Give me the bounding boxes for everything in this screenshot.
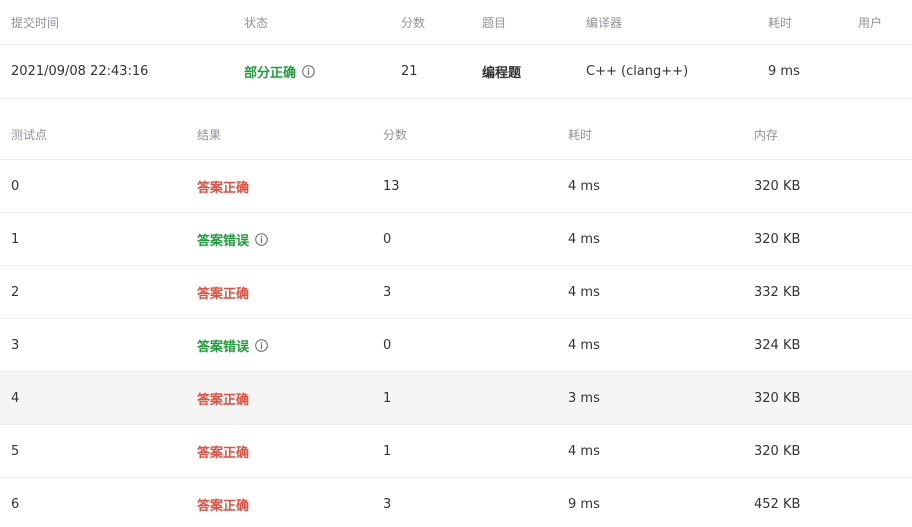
- tc-score: 0: [383, 337, 392, 353]
- tc-header-elapsed: 耗时: [568, 127, 593, 142]
- tc-result-label[interactable]: 答案错误: [197, 336, 249, 355]
- submission-compiler: C++ (clang++): [586, 64, 689, 79]
- header-elapsed: 耗时: [768, 15, 793, 30]
- tc-score: 3: [383, 284, 392, 300]
- tc-score: 1: [383, 443, 392, 459]
- testcase-table-body: 0 答案正确 13 4 ms 320 KB 1 答案错误 0 4 ms 320 …: [0, 160, 912, 527]
- submission-row: 2021/09/08 22:43:16 部分正确 21 编程题 C++ (cla…: [0, 45, 912, 99]
- header-user: 用户: [858, 15, 883, 30]
- tc-result[interactable]: 答案错误: [197, 319, 268, 371]
- submission-detail-page: 提交时间 状态 分数 题目 编译器 耗时 用户 2021/09/08 22:43…: [0, 0, 912, 527]
- testcase-table-header: 测试点 结果 分数 耗时 内存: [0, 109, 912, 160]
- tc-result-label: 答案正确: [197, 392, 250, 408]
- tc-header-memory: 内存: [754, 127, 779, 142]
- tc-memory: 320 KB: [754, 390, 801, 406]
- tc-header-id: 测试点: [11, 127, 48, 142]
- tc-elapsed: 4 ms: [568, 284, 600, 300]
- table-row: 4 答案正确 1 3 ms 320 KB: [0, 372, 912, 425]
- tc-id: 4: [11, 390, 20, 406]
- tc-memory: 320 KB: [754, 178, 801, 194]
- tc-memory: 332 KB: [754, 284, 801, 300]
- tc-memory: 320 KB: [754, 443, 801, 459]
- info-circle-icon[interactable]: [302, 65, 315, 78]
- header-score: 分数: [401, 15, 426, 30]
- tc-score: 3: [383, 496, 392, 512]
- table-row: 1 答案错误 0 4 ms 320 KB: [0, 213, 912, 266]
- tc-result[interactable]: 答案错误: [197, 213, 268, 265]
- tc-id: 6: [11, 496, 20, 512]
- submission-status-label[interactable]: 部分正确: [244, 62, 296, 81]
- tc-elapsed: 9 ms: [568, 496, 600, 512]
- table-row: 2 答案正确 3 4 ms 332 KB: [0, 266, 912, 319]
- tc-memory: 324 KB: [754, 337, 801, 353]
- tc-elapsed: 4 ms: [568, 231, 600, 247]
- tc-result: 答案正确: [197, 160, 249, 212]
- submission-problem[interactable]: 编程题: [482, 45, 521, 98]
- tc-elapsed: 4 ms: [568, 337, 600, 353]
- table-row: 3 答案错误 0 4 ms 324 KB: [0, 319, 912, 372]
- tc-elapsed: 4 ms: [568, 178, 600, 194]
- header-compiler: 编译器: [586, 15, 623, 30]
- table-row: 5 答案正确 1 4 ms 320 KB: [0, 425, 912, 478]
- submission-status[interactable]: 部分正确: [244, 45, 315, 98]
- tc-id: 3: [11, 337, 20, 353]
- tc-memory: 452 KB: [754, 496, 801, 512]
- tc-result: 答案正确: [197, 425, 249, 477]
- header-problem: 题目: [482, 15, 507, 30]
- tc-result: 答案正确: [197, 478, 249, 527]
- tc-memory: 320 KB: [754, 231, 801, 247]
- header-status: 状态: [244, 15, 269, 30]
- tc-result-label: 答案正确: [197, 498, 250, 514]
- tc-id: 2: [11, 284, 20, 300]
- tc-score: 0: [383, 231, 392, 247]
- tc-score: 1: [383, 390, 392, 406]
- table-row: 0 答案正确 13 4 ms 320 KB: [0, 160, 912, 213]
- tc-header-score: 分数: [383, 127, 408, 142]
- tc-elapsed: 4 ms: [568, 443, 600, 459]
- tc-id: 5: [11, 443, 20, 459]
- header-submit-time: 提交时间: [11, 15, 60, 30]
- tc-result-label: 答案正确: [197, 445, 250, 461]
- submission-score: 21: [401, 64, 418, 79]
- info-circle-icon[interactable]: [255, 338, 268, 352]
- submission-table-header: 提交时间 状态 分数 题目 编译器 耗时 用户: [0, 0, 912, 45]
- table-row: 6 答案正确 3 9 ms 452 KB: [0, 478, 912, 527]
- tc-elapsed: 3 ms: [568, 390, 600, 406]
- tc-result-label: 答案正确: [197, 180, 250, 196]
- tc-result: 答案正确: [197, 266, 249, 318]
- tc-id: 0: [11, 178, 20, 194]
- tc-result-label: 答案正确: [197, 286, 250, 302]
- info-circle-icon[interactable]: [255, 232, 268, 246]
- submission-elapsed: 9 ms: [768, 64, 800, 79]
- tc-id: 1: [11, 231, 20, 247]
- submission-time: 2021/09/08 22:43:16: [11, 64, 149, 79]
- tc-score: 13: [383, 178, 400, 194]
- tc-header-result: 结果: [197, 127, 222, 142]
- tc-result: 答案正确: [197, 372, 249, 424]
- tc-result-label[interactable]: 答案错误: [197, 230, 249, 249]
